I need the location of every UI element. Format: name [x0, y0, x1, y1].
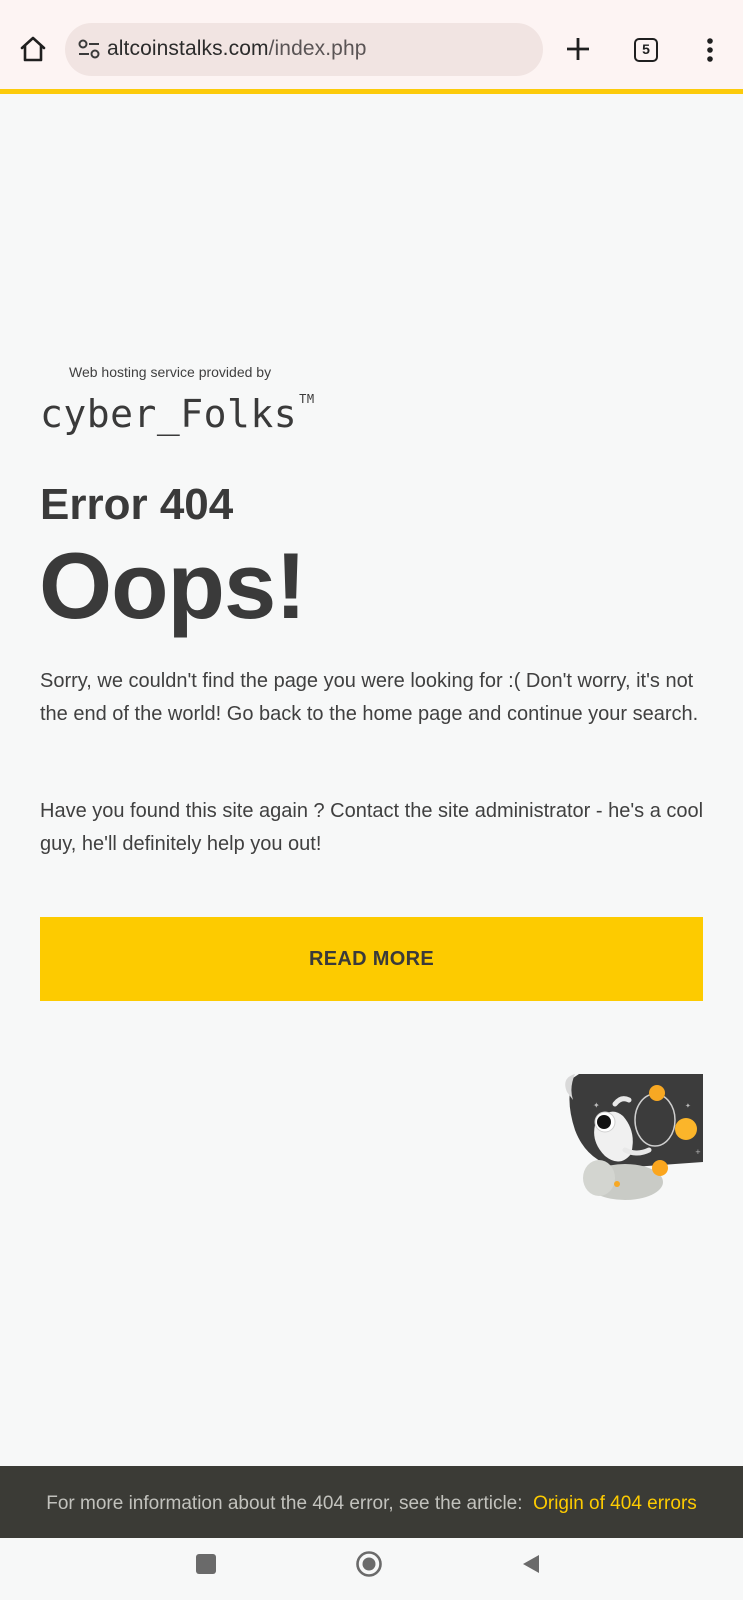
svg-text:✦: ✦ [593, 1101, 600, 1110]
url-text[interactable]: altcoinstalks.com/index.php [107, 37, 367, 61]
hosting-label: Web hosting service provided by [69, 364, 272, 380]
address-bar[interactable]: altcoinstalks.com/index.php [65, 23, 543, 76]
page-footer: For more information about the 404 error… [0, 1466, 743, 1538]
tab-switcher-button[interactable]: 5 [634, 38, 658, 62]
origin-of-404-link[interactable]: Origin of 404 errors [533, 1493, 697, 1514]
svg-text:+: + [695, 1148, 701, 1156]
footer-text: For more information about the 404 error… [46, 1493, 523, 1514]
accent-divider [0, 89, 743, 94]
svg-text:✦: ✦ [685, 1102, 691, 1110]
system-navigation-bar [0, 1538, 743, 1600]
back-triangle-icon[interactable] [521, 1553, 541, 1575]
new-tab-icon[interactable] [565, 36, 591, 62]
astronaut-illustration: ✦ ✦ + [565, 1070, 705, 1200]
brand-trademark: TM [299, 392, 315, 406]
brand-logo[interactable]: cyber_Folks TM [40, 392, 315, 436]
more-menu-icon[interactable] [703, 37, 717, 65]
url-domain: altcoinstalks.com [107, 37, 269, 60]
recent-apps-icon[interactable] [196, 1554, 216, 1574]
read-more-button[interactable]: READ MORE [40, 917, 703, 1001]
home-circle-icon[interactable] [355, 1550, 383, 1578]
site-settings-icon[interactable] [77, 38, 101, 60]
error-description: Sorry, we couldn't find the page you wer… [40, 670, 699, 725]
home-icon[interactable] [18, 35, 48, 63]
contact-admin-text: Have you found this site again ? Contact… [40, 800, 704, 855]
error-code: Error 404 [40, 480, 234, 529]
brand-name: cyber_Folks [40, 392, 298, 436]
url-path: /index.php [268, 37, 367, 60]
browser-toolbar: altcoinstalks.com/index.php 5 [0, 0, 743, 89]
page-headline: Oops! [39, 533, 307, 638]
